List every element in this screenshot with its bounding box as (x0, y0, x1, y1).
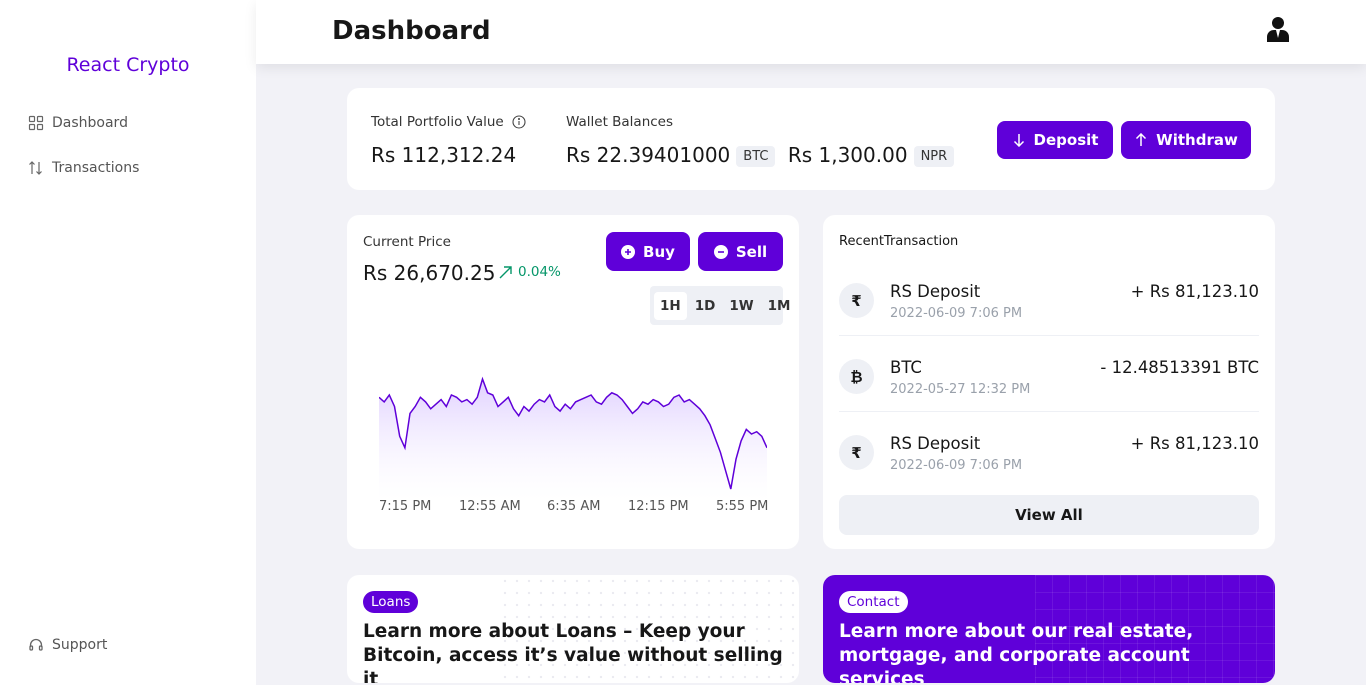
loans-promo-text: Learn more about Loans – Keep your Bitco… (363, 621, 783, 683)
arrows-up-down-icon (29, 161, 42, 175)
contact-tag: Contact (839, 591, 908, 613)
x-axis-labels: 7:15 PM 12:55 AM 6:35 AM 12:15 PM 5:55 P… (363, 499, 799, 517)
range-1h[interactable]: 1H (654, 291, 687, 320)
arrow-down-icon (1013, 134, 1024, 147)
transaction-row[interactable]: ₿ BTC 2022-05-27 12:32 PM - 12.48513391 … (839, 348, 1259, 424)
deposit-label: Deposit (1033, 131, 1099, 149)
grid-icon (28, 115, 44, 131)
range-1d[interactable]: 1D (689, 292, 722, 320)
chart-area-fill (379, 379, 767, 501)
deposit-button[interactable]: Deposit (997, 121, 1113, 159)
transaction-row[interactable]: ₹ RS Deposit 2022-06-09 7:06 PM + Rs 81,… (839, 424, 1259, 500)
transaction-date: 2022-06-09 7:06 PM (890, 306, 1023, 321)
transaction-amount: - 12.48513391 BTC (1100, 358, 1259, 377)
x-tick-label: 7:15 PM (379, 499, 432, 514)
total-portfolio-label-text: Total Portfolio Value (371, 114, 504, 130)
recent-transactions-card: RecentTransaction ₹ RS Deposit 2022-06-0… (823, 215, 1275, 549)
transaction-name: RS Deposit (890, 282, 981, 301)
wallet-balances: Rs 22.39401000 BTC Rs 1,300.00 NPR (566, 143, 955, 167)
total-portfolio-label: Total Portfolio Value (371, 114, 526, 130)
loans-promo-card[interactable]: Loans Learn more about Loans – Keep your… (347, 575, 799, 683)
portfolio-card: Total Portfolio Value Rs 112,312.24 Wall… (347, 88, 1275, 190)
npr-balance: Rs 1,300.00 (787, 143, 908, 167)
price-change: 0.04% (499, 264, 561, 280)
current-price-value: Rs 26,670.25 (363, 261, 496, 285)
time-range-selector: 1H 1D 1W 1M (650, 286, 790, 325)
divider (839, 335, 1259, 336)
transaction-amount: + Rs 81,123.10 (1130, 282, 1259, 301)
bitcoin-icon: ₿ (839, 359, 874, 394)
withdraw-label: Withdraw (1156, 131, 1238, 149)
sidebar-item-label: Support (52, 637, 108, 653)
transaction-name: RS Deposit (890, 434, 981, 453)
x-tick-label: 12:55 AM (459, 499, 521, 514)
arrow-up-icon (1136, 133, 1147, 146)
buy-button[interactable]: Buy (606, 232, 690, 271)
sidebar-item-support[interactable]: Support (28, 637, 107, 653)
total-portfolio-value: Rs 112,312.24 (371, 143, 517, 167)
price-change-value: 0.04% (518, 264, 561, 280)
transaction-name: BTC (890, 358, 922, 377)
price-card: Current Price Rs 26,670.25 0.04% Buy Sel… (347, 215, 799, 549)
sidebar-item-label: Transactions (52, 160, 140, 176)
btc-tag: BTC (736, 146, 776, 167)
sidebar-item-transactions[interactable]: Transactions (28, 160, 139, 176)
sell-button[interactable]: Sell (698, 232, 783, 271)
divider (839, 411, 1259, 412)
withdraw-button[interactable]: Withdraw (1121, 121, 1251, 159)
x-tick-label: 6:35 AM (547, 499, 601, 514)
sell-label: Sell (735, 242, 768, 261)
transaction-amount: + Rs 81,123.10 (1130, 434, 1259, 453)
rupee-icon: ₹ (839, 283, 874, 318)
trend-up-icon (499, 265, 512, 278)
sidebar-item-dashboard[interactable]: Dashboard (28, 115, 128, 131)
loans-tag: Loans (363, 591, 419, 613)
minus-circle-icon (713, 244, 728, 259)
brand-logo[interactable]: React Crypto (0, 54, 256, 76)
view-all-button[interactable]: View All (839, 495, 1259, 535)
rupee-icon: ₹ (839, 435, 874, 470)
wallet-balances-label: Wallet Balances (566, 114, 674, 130)
contact-promo-card[interactable]: Contact Learn more about our real estate… (823, 575, 1275, 683)
range-1m[interactable]: 1M (762, 292, 797, 320)
price-area-chart (379, 376, 767, 501)
top-header: Dashboard (256, 0, 1366, 64)
x-tick-label: 12:15 PM (628, 499, 689, 514)
range-1w[interactable]: 1W (723, 292, 759, 320)
transaction-date: 2022-06-09 7:06 PM (890, 458, 1023, 473)
npr-tag: NPR (913, 146, 955, 167)
transaction-row[interactable]: ₹ RS Deposit 2022-06-09 7:06 PM + Rs 81,… (839, 272, 1259, 348)
page-title: Dashboard (332, 16, 491, 46)
recent-transactions-title: RecentTransaction (839, 234, 959, 249)
sidebar-item-label: Dashboard (52, 115, 128, 131)
plus-circle-icon (621, 244, 636, 259)
sidebar: React Crypto Dashboard Transactions Supp… (0, 0, 256, 685)
btc-balance: Rs 22.39401000 (566, 143, 731, 167)
headset-icon (29, 638, 43, 651)
info-icon[interactable] (512, 115, 526, 129)
buy-label: Buy (643, 242, 675, 261)
user-icon[interactable] (1266, 16, 1290, 42)
current-price-label: Current Price (363, 234, 451, 250)
transaction-date: 2022-05-27 12:32 PM (890, 382, 1031, 397)
contact-promo-text: Learn more about our real estate, mortga… (839, 621, 1194, 683)
x-tick-label: 5:55 PM (716, 499, 769, 514)
